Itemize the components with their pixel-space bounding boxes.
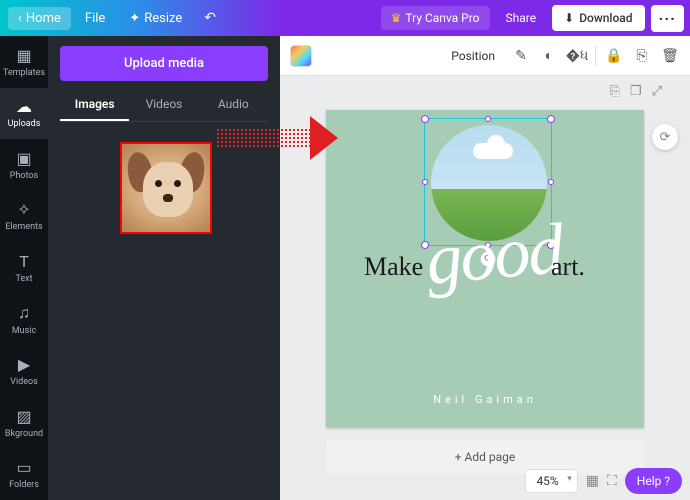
resize-handle-tl[interactable] — [421, 115, 429, 123]
effects-icon[interactable]: ✎ — [511, 46, 531, 66]
text-author[interactable]: Neil Gaiman — [326, 393, 644, 406]
lock-icon[interactable]: 🔒 — [604, 46, 624, 66]
text-good-script[interactable]: good — [423, 212, 565, 296]
fullscreen-icon[interactable]: ⛶ — [607, 473, 617, 489]
duplicate-icon[interactable]: ⎘ — [632, 46, 652, 66]
try-pro-button[interactable]: ♛ Try Canva Pro — [381, 6, 490, 30]
resize-handle-tr[interactable] — [547, 115, 555, 123]
resize-handle-t[interactable] — [485, 116, 491, 122]
resize-handle-l[interactable] — [422, 179, 428, 185]
footer-controls: 45% ▦ ⛶ Help ? — [525, 468, 682, 494]
color-picker-swatch[interactable] — [290, 45, 312, 67]
rail-elements[interactable]: ✧ Elements — [0, 191, 48, 243]
canvas-area: Position ✎ ◐ �ધ 🔒 ⎘ 🗑 ⎘ ❐ ⤢ — [280, 36, 690, 500]
elements-icon: ✧ — [17, 200, 30, 219]
rail-uploads[interactable]: ☁ Uploads — [0, 88, 48, 140]
more-menu-button[interactable]: ··· — [651, 5, 684, 32]
grid-view-icon[interactable]: ▦ — [586, 473, 599, 489]
rail-label: Photos — [10, 171, 38, 181]
home-button[interactable]: ‹ Home — [8, 7, 71, 30]
rail-label: Bkground — [5, 429, 43, 439]
text-art[interactable]: art. — [551, 252, 585, 282]
uploaded-image-thumbnail[interactable] — [120, 142, 212, 234]
tab-images[interactable]: Images — [60, 89, 129, 121]
page-expand-icon[interactable]: ⤢ — [652, 84, 662, 99]
canvas-toolbar: Position ✎ ◐ �ધ 🔒 ⎘ 🗑 — [280, 36, 690, 76]
canvas-viewport[interactable]: ⟳ Make good art. Neil Gaiman + Add page — [280, 106, 690, 500]
background-icon: ▨ — [16, 407, 31, 426]
undo-icon[interactable]: ↶ — [196, 6, 224, 30]
rail-label: Uploads — [8, 119, 41, 129]
music-icon: ♫ — [18, 303, 30, 323]
rail-label: Music — [12, 326, 36, 336]
topbar-left-group: ‹ Home File ✦ Resize ↶ — [0, 0, 280, 36]
download-button[interactable]: ⬇ Download — [552, 5, 644, 31]
trash-icon[interactable]: 🗑 — [660, 46, 680, 66]
link-icon[interactable]: �ધ — [567, 46, 587, 66]
rail-label: Folders — [9, 480, 39, 490]
try-pro-label: Try Canva Pro — [405, 11, 479, 25]
rail-photos[interactable]: ▣ Photos — [0, 139, 48, 191]
rail-bkground[interactable]: ▨ Bkground — [0, 397, 48, 449]
photos-icon: ▣ — [16, 149, 31, 168]
position-button[interactable]: Position — [443, 45, 503, 67]
text-icon: T — [19, 252, 29, 271]
side-rail: ▦ Templates ☁ Uploads ▣ Photos ✧ Elements TT… — [0, 36, 48, 500]
page-copy-icon[interactable]: ❐ — [630, 84, 642, 99]
upload-media-button[interactable]: Upload media — [60, 46, 268, 81]
uploads-panel: Upload media Images Videos Audio ‹ — [48, 36, 280, 500]
artboard[interactable]: ⟳ Make good art. Neil Gaiman — [326, 110, 644, 428]
main-area: ▦ Templates ☁ Uploads ▣ Photos ✧ Elements TT… — [0, 36, 690, 500]
uploads-icon: ☁ — [16, 97, 32, 116]
tab-videos[interactable]: Videos — [129, 89, 198, 121]
download-label: Download — [579, 11, 632, 25]
cloud-shape — [473, 143, 513, 159]
top-menu-bar: ‹ Home File ✦ Resize ↶ ♛ Try Canva Pro S… — [0, 0, 690, 36]
rail-label: Text — [15, 274, 32, 284]
page-tools-row: ⎘ ❐ ⤢ — [280, 76, 690, 106]
rail-text[interactable]: T Text — [0, 242, 48, 294]
help-button[interactable]: Help ? — [625, 468, 682, 494]
dog-photo — [122, 144, 210, 232]
transparency-icon[interactable]: ◐ — [539, 46, 559, 66]
rail-templates[interactable]: ▦ Templates — [0, 36, 48, 88]
resize-label: Resize — [144, 11, 182, 26]
download-icon: ⬇ — [564, 11, 574, 25]
tab-audio[interactable]: Audio — [199, 89, 268, 121]
rail-music[interactable]: ♫ Music — [0, 294, 48, 346]
home-label: Home — [26, 11, 61, 26]
text-make[interactable]: Make — [364, 252, 423, 282]
rail-videos[interactable]: ▶ Videos — [0, 345, 48, 397]
crown-icon: ♛ — [391, 11, 402, 25]
zoom-dropdown[interactable]: 45% — [525, 469, 577, 493]
resize-handle-r[interactable] — [548, 179, 554, 185]
rail-folders[interactable]: ▭ Folders — [0, 449, 48, 500]
topbar-right-group: ♛ Try Canva Pro Share ⬇ Download ··· — [280, 0, 690, 36]
rail-label: Elements — [5, 222, 42, 232]
refresh-fab[interactable]: ⟳ — [652, 124, 678, 150]
rail-label: Templates — [3, 68, 45, 78]
chevron-left-icon: ‹ — [18, 11, 22, 26]
separator — [595, 46, 596, 66]
videos-icon: ▶ — [18, 355, 30, 374]
folders-icon: ▭ — [16, 458, 31, 477]
resize-button[interactable]: ✦ Resize — [119, 7, 192, 30]
share-button[interactable]: Share — [496, 6, 547, 30]
page-duplicate-icon[interactable]: ⎘ — [610, 84, 620, 99]
file-menu-button[interactable]: File — [75, 7, 115, 30]
resize-icon: ✦ — [129, 11, 140, 26]
media-tabs: Images Videos Audio — [60, 89, 268, 122]
rail-label: Videos — [10, 377, 38, 387]
templates-icon: ▦ — [16, 46, 31, 65]
